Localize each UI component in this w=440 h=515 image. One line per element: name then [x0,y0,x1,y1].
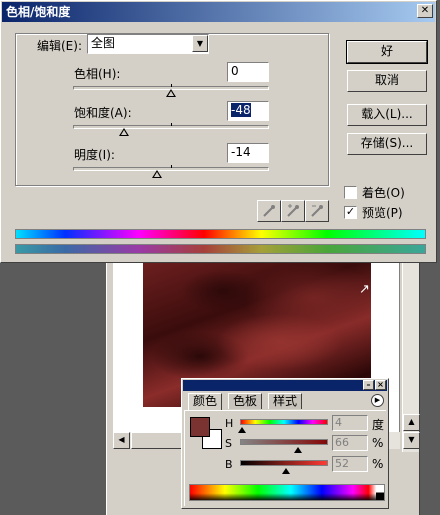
eyedropper-tools [257,200,329,222]
close-button[interactable]: ✕ [417,4,433,18]
saturation-channel-label: S [225,437,232,450]
chevron-down-icon[interactable]: ▼ [192,35,208,52]
saturation-channel-unit: % [372,436,384,450]
saturation-label: 饱和度(A): [74,106,132,120]
hue-channel-bar[interactable] [237,419,328,433]
foreground-color-swatch[interactable] [190,417,210,437]
adjustment-groupbox [15,33,329,186]
close-icon[interactable]: × [375,380,386,390]
brightness-channel-unit: % [372,457,384,471]
saturation-input[interactable]: -48 [227,101,269,121]
scroll-up-button[interactable]: ▲ [403,414,420,431]
eyedropper-icon [263,205,275,217]
save-button[interactable]: 存储(S)... [347,133,427,155]
hue-channel-input[interactable]: 4 [332,415,368,431]
eyedropper-cursor-icon: ↗ [359,282,370,297]
vertical-scrollbar[interactable]: ▲ ▼ [402,262,420,452]
lightness-center-tick [171,165,172,168]
edit-select-value: 全图 [91,36,116,50]
black-white-swatch[interactable] [376,485,384,500]
tab-styles[interactable]: 样式 [268,393,303,409]
hue-slider[interactable] [73,84,269,97]
lightness-slider[interactable] [73,165,269,178]
output-spectrum-bar [15,244,426,254]
scroll-down-button[interactable]: ▼ [403,432,420,449]
scroll-left-button[interactable]: ◀ [113,432,130,449]
eyedropper-minus-icon [311,205,323,217]
colorize-label: 着色(O) [362,186,405,200]
dialog-titlebar[interactable]: 色相/饱和度 ✕ [2,2,435,22]
brightness-channel-thumb[interactable] [281,468,290,474]
close-icon: ✕ [420,5,430,16]
lightness-label: 明度(I): [74,148,115,162]
hue-saturation-dialog: 色相/饱和度 ✕ 编辑(E): 全图 ▼ 色相(H): 0 饱和度(A): -4… [0,0,437,263]
saturation-channel-input[interactable]: 66 [332,435,368,451]
preview-label: 预览(P) [362,206,403,220]
saturation-slider-thumb[interactable] [119,128,130,136]
lightness-input[interactable]: -14 [227,143,269,163]
saturation-channel-bar[interactable] [240,439,328,453]
brightness-channel-bar[interactable] [240,460,328,474]
input-spectrum-bar [15,229,426,239]
dialog-title: 色相/饱和度 [6,5,71,19]
eyedropper-plus-button[interactable] [281,200,305,222]
edit-select[interactable]: 全图 ▼ [87,34,209,54]
saturation-center-tick [171,123,172,126]
tab-color[interactable]: 颜色 [188,393,223,410]
color-ramp[interactable] [189,484,385,501]
preview-checkbox[interactable]: ✓ [344,206,357,219]
load-button[interactable]: 载入(L)... [347,104,427,126]
palette-titlebar[interactable]: – × [183,380,387,391]
brightness-channel-input[interactable]: 52 [332,456,368,472]
saturation-slider[interactable] [73,123,269,136]
hue-slider-thumb[interactable] [166,89,176,97]
lightness-slider-thumb[interactable] [152,170,163,178]
eyedropper-minus-button[interactable] [305,200,329,222]
hue-channel-unit: 度 [372,418,385,432]
saturation-channel-thumb[interactable] [293,447,302,453]
ok-button[interactable]: 好 [346,40,428,64]
hue-channel-label: H [225,417,234,430]
hue-center-tick [171,84,172,87]
tab-swatches[interactable]: 色板 [228,393,263,409]
hue-label: 色相(H): [74,67,121,81]
minimize-icon[interactable]: – [363,380,374,390]
hue-input[interactable]: 0 [227,62,269,82]
edit-label: 编辑(E): [37,39,82,53]
cancel-button[interactable]: 取消 [347,70,427,92]
colorize-checkbox[interactable] [344,186,357,199]
hue-channel-thumb[interactable] [237,427,246,433]
brightness-channel-label: B [225,458,233,471]
eyedropper-plus-icon [287,204,299,217]
eyedropper-button[interactable] [257,200,281,222]
checkmark-icon: ✓ [345,205,356,218]
palette-menu-icon[interactable]: ▶ [371,394,384,407]
color-palette-panel: – × 颜色 色板 样式 ▶ H 4 度 S 66 % B 52 % [181,378,389,509]
